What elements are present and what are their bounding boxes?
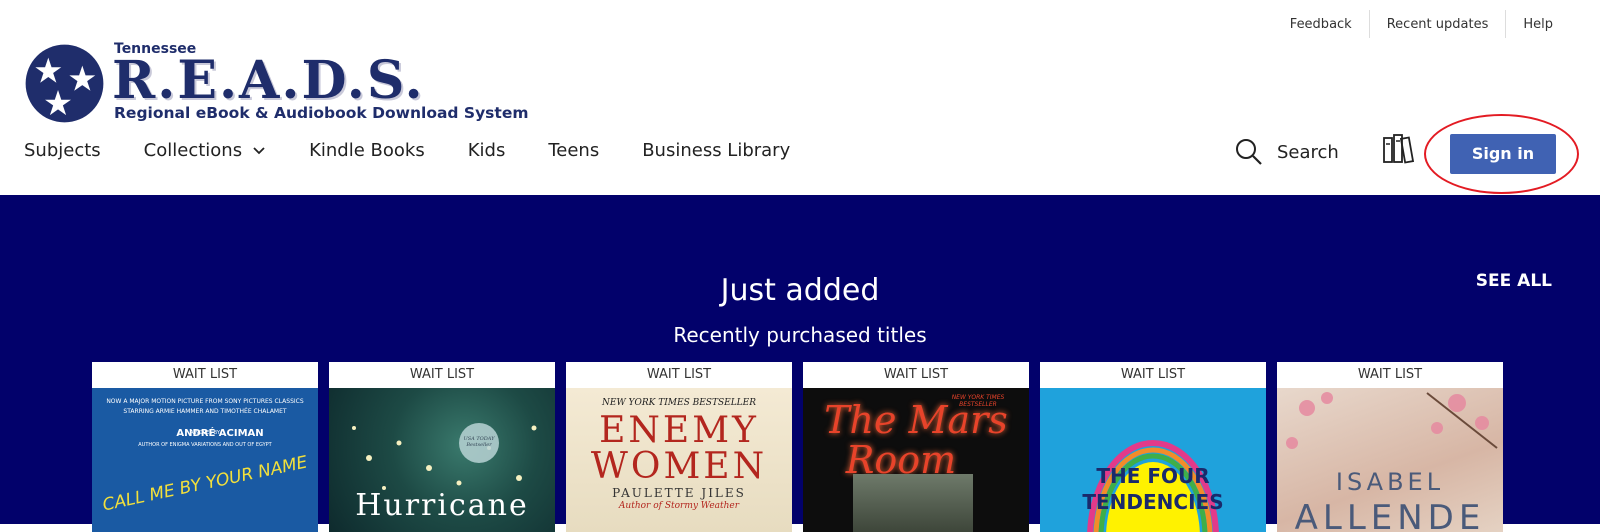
recent-updates-link[interactable]: Recent updates (1370, 13, 1506, 36)
cover-author: ANDRÉ ACIMAN (176, 428, 264, 439)
book-card[interactable]: WAIT LIST NEW YORK TIMES BESTSELLER ENEM… (566, 362, 792, 532)
book-carousel: WAIT LIST NOW A MAJOR MOTION PICTURE FRO… (92, 362, 1503, 532)
help-link[interactable]: Help (1506, 13, 1570, 36)
cover-text: STARRING ARMIE HAMMER AND TIMOTHÉE CHALA… (123, 408, 287, 415)
book-cover[interactable]: NEW YORK TIMES BESTSELLER The Mars Room (803, 388, 1029, 532)
nav-kindle-books[interactable]: Kindle Books (309, 140, 425, 161)
cover-text: NOW A MAJOR MOTION PICTURE FROM SONY PIC… (106, 398, 304, 405)
search-icon (1236, 139, 1262, 165)
book-cover[interactable]: NEW YORK TIMES BESTSELLER ENEMY WOMEN PA… (566, 388, 792, 532)
nav-collections-label: Collections (143, 140, 243, 161)
site-logo[interactable]: Tennessee R.E.A.D.S. Regional eBook & Au… (24, 41, 528, 126)
wait-list-label: WAIT LIST (566, 362, 792, 388)
cover-title: TENDENCIES (1082, 490, 1224, 514)
cover-author: ISABEL (1335, 468, 1445, 496)
cover-title: The Mars (824, 398, 1008, 442)
book-card[interactable]: WAIT LIST NOW A MAJOR MOTION PICTURE FRO… (92, 362, 318, 532)
cover-badge: USA TODAY Bestseller (463, 436, 495, 448)
nav-subjects[interactable]: Subjects (24, 140, 101, 161)
logo-name-text: R.E.A.D.S. (112, 50, 425, 111)
see-all-link[interactable]: SEE ALL (1476, 271, 1552, 291)
wait-list-label: WAIT LIST (803, 362, 1029, 388)
section-title: Just added (720, 273, 880, 308)
tennessee-stars-icon (25, 44, 104, 123)
cover-title: CALL ME BY YOUR NAME (100, 452, 310, 516)
chevron-down-icon (253, 146, 265, 154)
nav-teens[interactable]: Teens (548, 140, 599, 161)
site-header: Feedback Recent updates Help Tennessee R… (0, 0, 1600, 195)
cover-title: ENEMY (599, 410, 759, 451)
cover-text: NEW YORK TIMES BESTSELLER (602, 398, 756, 408)
cover-author: ALLENDE (1294, 498, 1486, 532)
nav-collections[interactable]: Collections (144, 140, 266, 161)
search-label: Search (1277, 141, 1339, 163)
cover-text: Author of Stormy Weather (618, 501, 740, 511)
wait-list-label: WAIT LIST (1040, 362, 1266, 388)
book-cover[interactable]: NOW A MAJOR MOTION PICTURE FROM SONY PIC… (92, 388, 318, 532)
book-cover[interactable]: ISABEL ALLENDE (1277, 388, 1503, 532)
logo-tagline-text: Regional eBook & Audiobook Download Syst… (114, 104, 529, 122)
section-subtitle: Recently purchased titles (673, 323, 927, 347)
cover-title: THE FOUR (1096, 464, 1210, 488)
nav-business-library[interactable]: Business Library (642, 140, 790, 161)
book-card[interactable]: WAIT LIST ISABEL ALLENDE (1277, 362, 1503, 532)
just-added-section: Just added Recently purchased titles SEE… (0, 195, 1600, 532)
cover-title: Hurricane (355, 488, 529, 523)
wait-list-label: WAIT LIST (329, 362, 555, 388)
sign-in-button[interactable]: Sign in (1450, 134, 1556, 174)
cover-text: AUTHOR OF ENIGMA VARIATIONS AND OUT OF E… (138, 442, 272, 448)
main-nav: Subjects Collections Kindle Books Kids T… (24, 140, 833, 161)
search-button[interactable]: Search (1235, 138, 1339, 166)
bookshelf-icon[interactable] (1382, 133, 1416, 165)
wait-list-label: WAIT LIST (92, 362, 318, 388)
cover-author: PAULETTE JILES (612, 486, 746, 500)
cover-photo (853, 474, 973, 532)
book-cover[interactable]: USA TODAY Bestseller Hurricane (329, 388, 555, 532)
book-card[interactable]: WAIT LIST USA TODAY Bestseller Hurricane (329, 362, 555, 532)
book-card[interactable]: WAIT LIST THE FOUR TENDENCIES (1040, 362, 1266, 532)
utility-links: Feedback Recent updates Help (1273, 10, 1570, 38)
book-card[interactable]: WAIT LIST NEW YORK TIMES BESTSELLER The … (803, 362, 1029, 532)
feedback-link[interactable]: Feedback (1273, 13, 1369, 36)
wait-list-label: WAIT LIST (1277, 362, 1503, 388)
nav-kids[interactable]: Kids (468, 140, 506, 161)
cover-title: WOMEN (590, 446, 768, 487)
book-cover[interactable]: THE FOUR TENDENCIES (1040, 388, 1266, 532)
